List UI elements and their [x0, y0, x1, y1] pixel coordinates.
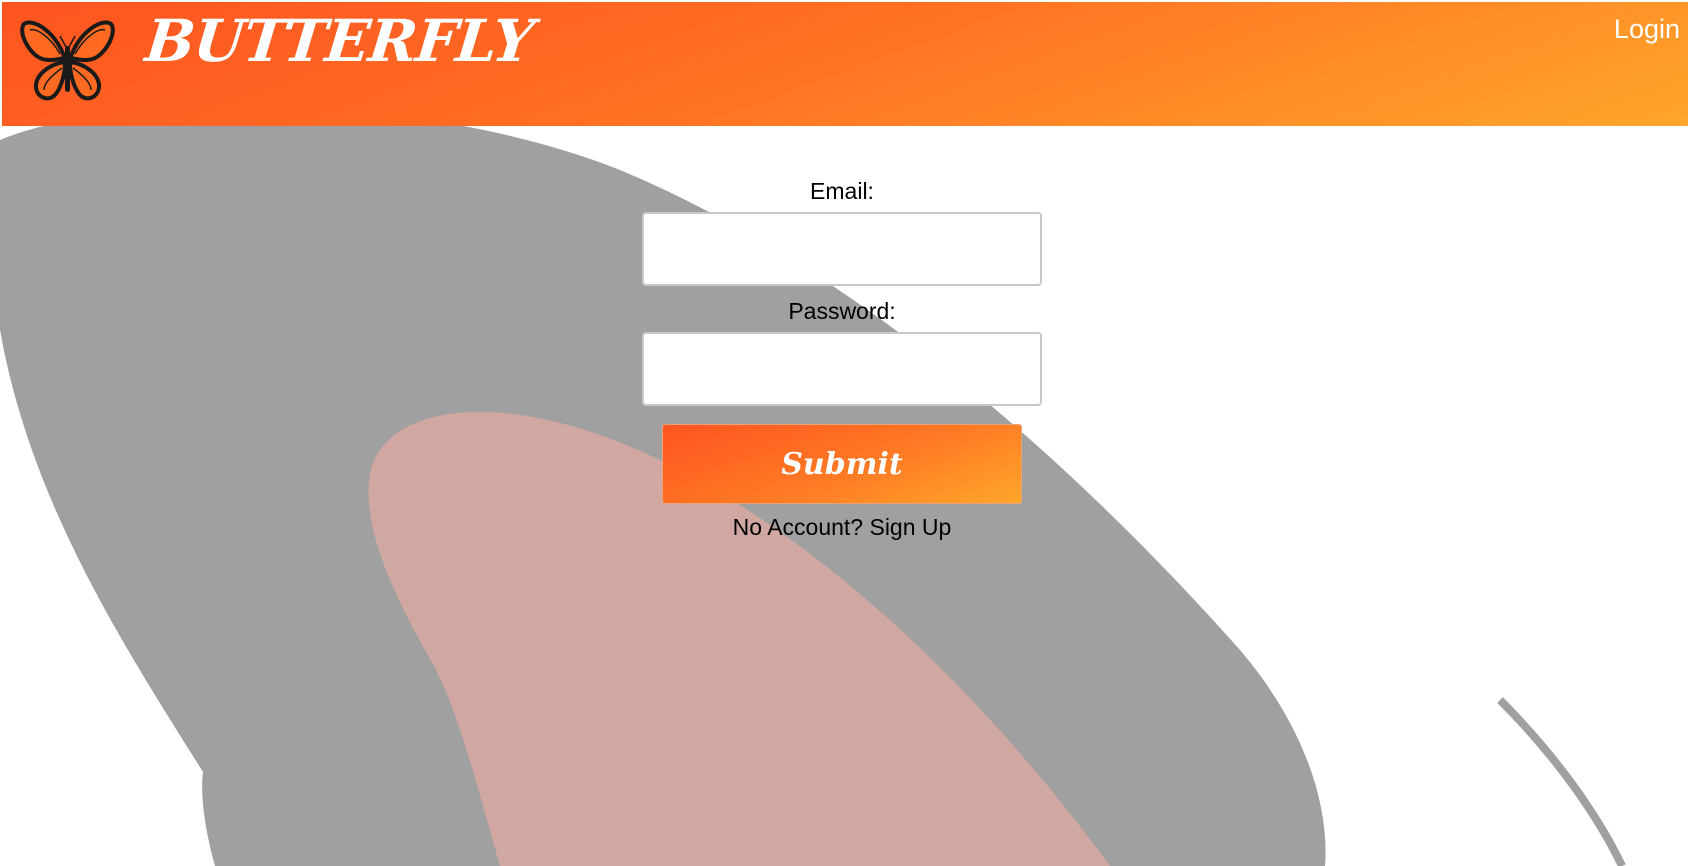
background-gray-arc [1497, 697, 1626, 866]
header-bar: BUTTERFLY Login [2, 2, 1688, 126]
butterfly-icon[interactable] [20, 18, 115, 105]
login-link[interactable]: Login [1614, 14, 1680, 45]
password-label: Password: [788, 298, 896, 324]
brand-title: BUTTERFLY [142, 7, 537, 75]
login-form: Email: Password: Submit No Account? Sign… [642, 176, 1042, 541]
email-field[interactable] [642, 212, 1042, 286]
submit-button[interactable]: Submit [662, 424, 1022, 504]
signup-link[interactable]: No Account? Sign Up [642, 514, 1042, 541]
password-field[interactable] [642, 332, 1042, 406]
login-page: BUTTERFLY Login Email: Password: Submit … [0, 0, 1688, 866]
email-label: Email: [810, 178, 874, 204]
